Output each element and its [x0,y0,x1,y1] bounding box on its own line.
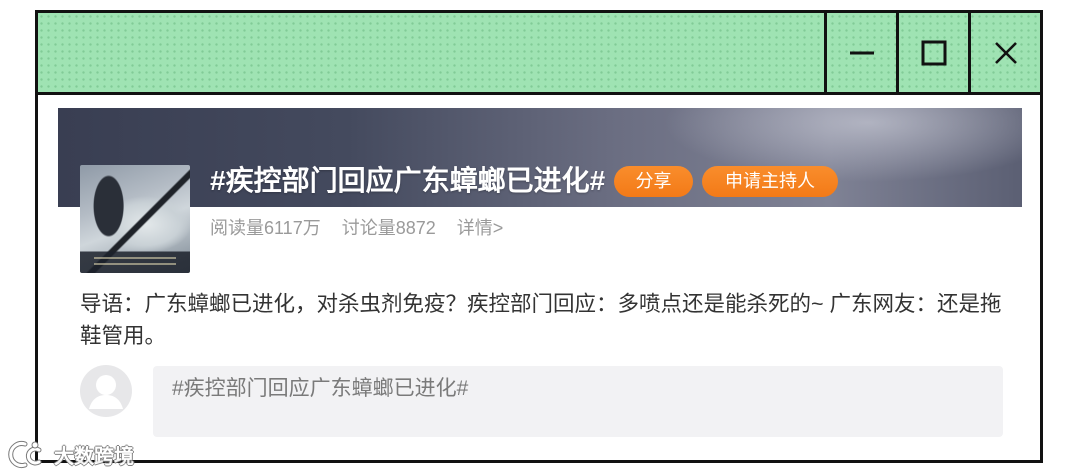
maximize-button[interactable] [896,13,968,92]
topic-stats: 阅读量6117万 讨论量8872 详情> [210,217,503,239]
cover-caption-decoration [94,263,176,265]
close-icon [994,41,1017,64]
minimize-button[interactable] [824,13,896,92]
details-link[interactable]: 详情> [457,217,504,239]
avatar[interactable] [80,365,132,417]
maximize-icon [921,40,946,65]
apply-host-button[interactable]: 申请主持人 [702,166,838,197]
minimize-icon [849,51,874,54]
default-avatar-icon [80,365,132,417]
watermark-logo-icon [8,441,42,468]
topic-intro: 导语：广东蟑螂已进化，对杀虫剂免疫？疾控部门回应：多喷点还是能杀死的~ 广东网友… [80,292,1002,348]
topic-title: #疾控部门回应广东蟑螂已进化# [210,165,606,196]
close-button[interactable] [968,13,1040,92]
topic-cover-image [80,165,190,273]
watermark-text: 大数跨境 [54,445,134,468]
window-controls [824,13,1040,92]
share-button[interactable]: 分享 [614,166,693,197]
read-count: 阅读量6117万 [210,218,321,238]
discussion-count: 讨论量8872 [341,218,436,238]
watermark: 大数跨境 [8,438,134,470]
app-window: #疾控部门回应广东蟑螂已进化# 分享 申请主持人 阅读量6117万 讨论量887… [35,10,1043,463]
comment-input[interactable]: #疾控部门回应广东蟑螂已进化# [153,366,1003,437]
title-bar[interactable] [38,13,1040,95]
cover-caption-decoration [94,257,176,259]
